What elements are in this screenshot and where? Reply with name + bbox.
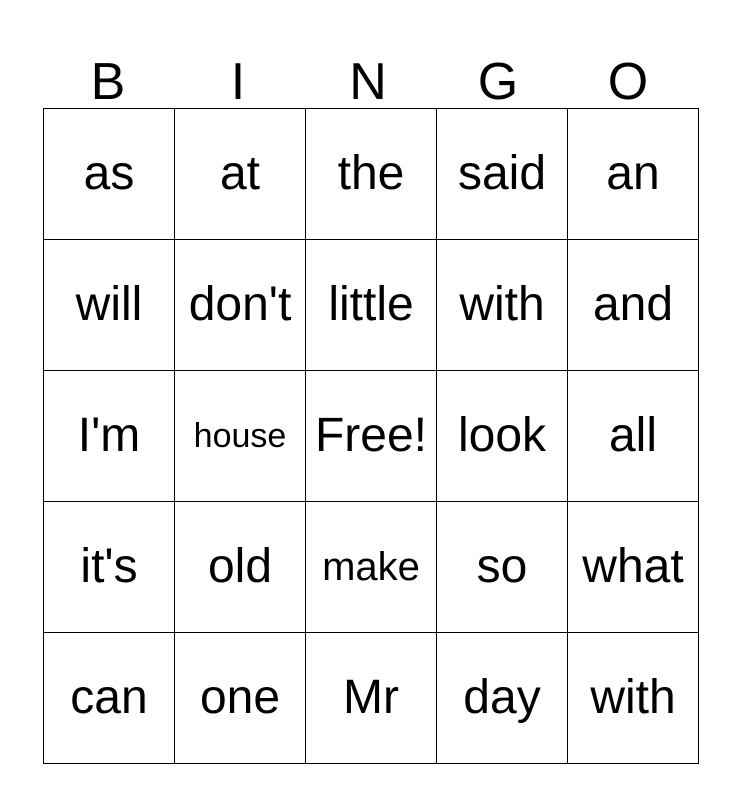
bingo-cell-free[interactable]: Free! <box>305 370 437 502</box>
bingo-cell-label: house <box>193 417 287 455</box>
bingo-cell[interactable]: with <box>567 632 699 764</box>
bingo-row: as at the said an <box>43 108 699 240</box>
bingo-cell[interactable]: look <box>436 370 568 502</box>
bingo-cell[interactable]: day <box>436 632 568 764</box>
bingo-cell[interactable]: the <box>305 108 437 240</box>
bingo-cell-label: little <box>328 278 414 331</box>
bingo-cell[interactable]: so <box>436 501 568 633</box>
bingo-cell-label: an <box>606 147 660 200</box>
bingo-cell[interactable]: as <box>43 108 175 240</box>
bingo-cell[interactable]: little <box>305 239 437 371</box>
bingo-cell-label: so <box>476 540 528 593</box>
bingo-cell-label: will <box>75 278 143 331</box>
bingo-free-space-label: Free! <box>314 409 428 462</box>
bingo-cell[interactable]: an <box>567 108 699 240</box>
bingo-cell-label: don't <box>188 278 292 331</box>
bingo-cell[interactable]: make <box>305 501 437 633</box>
bingo-cell[interactable]: house <box>174 370 306 502</box>
bingo-cell[interactable]: said <box>436 108 568 240</box>
bingo-cell-label: with <box>459 278 545 331</box>
bingo-cell[interactable]: with <box>436 239 568 371</box>
bingo-header-row: B I N G O <box>43 20 693 108</box>
bingo-row: I'm house Free! look all <box>43 370 699 502</box>
bingo-cell[interactable]: Mr <box>305 632 437 764</box>
bingo-cell-label: day <box>463 671 541 724</box>
bingo-card: B I N G O as at the said an will don't l… <box>43 20 699 764</box>
bingo-header-letter-n: N <box>349 53 387 111</box>
bingo-header-letter-o: O <box>607 53 649 111</box>
bingo-grid-body: as at the said an will don't little with… <box>43 108 699 764</box>
bingo-header-letter-g: G <box>477 53 519 111</box>
bingo-cell-label: one <box>199 671 281 724</box>
bingo-cell-label: said <box>457 147 547 200</box>
bingo-header-letter-b: B <box>90 53 126 111</box>
bingo-cell-label: with <box>590 671 676 724</box>
bingo-cell-label: as <box>83 147 135 200</box>
bingo-cell-label: what <box>582 540 684 593</box>
bingo-cell-label: all <box>608 409 658 462</box>
bingo-cell-label: old <box>207 540 273 593</box>
bingo-cell[interactable]: all <box>567 370 699 502</box>
bingo-cell[interactable]: I'm <box>43 370 175 502</box>
bingo-cell[interactable]: what <box>567 501 699 633</box>
bingo-cell[interactable]: don't <box>174 239 306 371</box>
bingo-cell-label: look <box>457 409 547 462</box>
bingo-cell[interactable]: at <box>174 108 306 240</box>
bingo-cell[interactable]: one <box>174 632 306 764</box>
bingo-cell-label: the <box>337 147 405 200</box>
bingo-cell[interactable]: old <box>174 501 306 633</box>
bingo-cell-label: it's <box>80 540 138 593</box>
bingo-cell-label: can <box>70 671 148 724</box>
bingo-grid: as at the said an will don't little with… <box>43 108 699 764</box>
bingo-cell-label: and <box>592 278 674 331</box>
bingo-cell[interactable]: will <box>43 239 175 371</box>
bingo-row: it's old make so what <box>43 501 699 633</box>
bingo-cell[interactable]: it's <box>43 501 175 633</box>
bingo-cell-label: make <box>322 545 420 589</box>
bingo-cell-label: I'm <box>77 409 141 462</box>
bingo-row: can one Mr day with <box>43 632 699 764</box>
bingo-cell[interactable]: and <box>567 239 699 371</box>
bingo-cell[interactable]: can <box>43 632 175 764</box>
bingo-header-letter-i: I <box>230 53 246 111</box>
bingo-row: will don't little with and <box>43 239 699 371</box>
bingo-cell-label: Mr <box>343 671 399 724</box>
bingo-cell-label: at <box>219 147 261 200</box>
